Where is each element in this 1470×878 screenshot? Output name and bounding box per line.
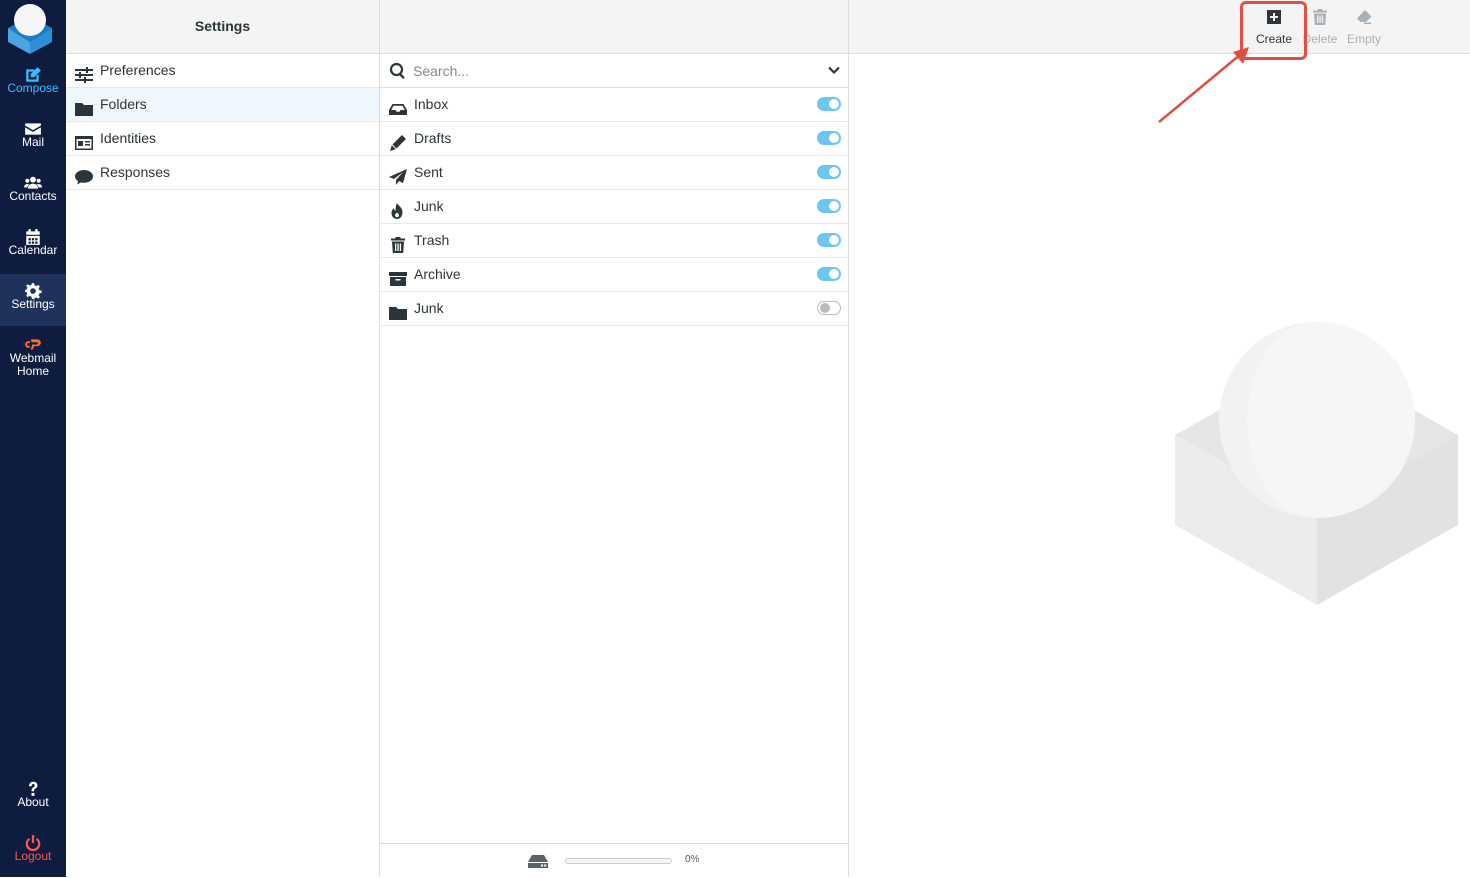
nav-webmail-home[interactable]: Webmail Home xyxy=(0,328,66,382)
nav-logout[interactable]: Logout xyxy=(0,826,66,878)
nav-compose-label: Compose xyxy=(7,81,59,95)
create-button-label: Create xyxy=(1255,32,1293,46)
roundcube-logo-icon[interactable] xyxy=(4,2,56,54)
folder-icon xyxy=(75,103,93,116)
folder-label: Drafts xyxy=(414,130,452,146)
nav-settings[interactable]: Settings xyxy=(0,274,66,326)
folder-item-drafts[interactable]: Drafts xyxy=(380,122,848,156)
sidebar-item-folders[interactable]: Folders xyxy=(66,88,379,122)
folder-search-bar xyxy=(380,54,848,88)
comment-icon xyxy=(75,170,93,185)
search-icon[interactable] xyxy=(389,62,407,80)
plus-square-icon xyxy=(1267,10,1281,24)
hard-drive-icon xyxy=(528,855,548,868)
chevron-down-icon[interactable] xyxy=(828,64,840,76)
sidebar-item-identities[interactable]: Identities xyxy=(66,122,379,156)
quota-bar: 0% xyxy=(380,843,848,877)
nav-logout-label: Logout xyxy=(14,849,52,863)
paper-plane-icon xyxy=(389,169,407,185)
folder-item-archive[interactable]: Archive xyxy=(380,258,848,292)
sidebar-item-label: Preferences xyxy=(100,62,176,78)
folder-item-junk[interactable]: Junk xyxy=(380,190,848,224)
trash-icon xyxy=(1313,9,1327,25)
folder-label: Sent xyxy=(414,164,443,180)
nav-settings-label: Settings xyxy=(11,297,55,311)
search-input[interactable] xyxy=(413,60,813,82)
nav-about[interactable]: About xyxy=(0,772,66,824)
delete-button[interactable]: Delete xyxy=(1295,6,1345,50)
nav-contacts[interactable]: Contacts xyxy=(0,166,66,218)
nav-calendar-label: Calendar xyxy=(8,243,58,257)
sidebar-item-label: Identities xyxy=(100,130,157,146)
inbox-icon xyxy=(389,104,407,115)
subscribe-toggle[interactable] xyxy=(817,165,841,179)
settings-sidebar: Settings Preferences Folders Identities … xyxy=(66,0,380,877)
sidebar-item-label: Folders xyxy=(100,96,147,112)
folder-label: Archive xyxy=(414,266,461,282)
content-pane: Create Delete Empty xyxy=(849,0,1470,877)
subscribe-toggle[interactable] xyxy=(817,233,841,247)
sliders-icon xyxy=(75,67,93,83)
create-button[interactable]: Create xyxy=(1249,6,1299,50)
folders-list-pane: Inbox Drafts Sent Junk Trash Archive Jun… xyxy=(380,0,849,877)
sidebar-item-responses[interactable]: Responses xyxy=(66,156,379,190)
quota-progress xyxy=(565,858,672,864)
toolbar: Create Delete Empty xyxy=(849,0,1470,60)
sidebar-item-preferences[interactable]: Preferences xyxy=(66,54,379,88)
trash-icon xyxy=(391,237,405,253)
empty-button[interactable]: Empty xyxy=(1339,6,1389,50)
eraser-icon xyxy=(1357,10,1372,24)
folder-item-trash[interactable]: Trash xyxy=(380,224,848,258)
nav-calendar[interactable]: Calendar xyxy=(0,220,66,272)
folder-icon xyxy=(389,307,407,320)
id-card-icon xyxy=(75,136,93,150)
sidebar-item-label: Responses xyxy=(100,164,171,180)
nav-mail[interactable]: Mail xyxy=(0,112,66,164)
roundcube-watermark-icon xyxy=(1175,322,1458,605)
subscribe-toggle[interactable] xyxy=(817,199,841,213)
subscribe-toggle[interactable] xyxy=(817,97,841,111)
nav-about-label: About xyxy=(17,795,49,809)
app-navigation: Compose Mail Contacts Calendar Settings … xyxy=(0,0,66,877)
pencil-icon xyxy=(390,135,406,151)
folder-item-sent[interactable]: Sent xyxy=(380,156,848,190)
quota-percent: 0% xyxy=(685,854,700,865)
folder-label: Junk xyxy=(414,300,444,316)
folder-label: Inbox xyxy=(414,96,449,112)
folder-item-inbox[interactable]: Inbox xyxy=(380,88,848,122)
folder-label: Trash xyxy=(414,232,450,248)
fire-icon xyxy=(391,203,403,219)
delete-button-label: Delete xyxy=(1302,32,1338,46)
folders-header xyxy=(380,0,848,54)
nav-compose[interactable]: Compose xyxy=(0,58,66,110)
nav-contacts-label: Contacts xyxy=(9,189,57,203)
subscribe-toggle[interactable] xyxy=(817,301,841,315)
folder-item-junk-unsubscribed[interactable]: Junk xyxy=(380,292,848,326)
nav-mail-label: Mail xyxy=(21,135,44,149)
archive-icon xyxy=(389,272,407,286)
subscribe-toggle[interactable] xyxy=(817,267,841,281)
folder-label: Junk xyxy=(414,198,444,214)
empty-button-label: Empty xyxy=(1346,32,1381,46)
nav-webmail-home-label: Webmail Home xyxy=(9,351,57,378)
subscribe-toggle[interactable] xyxy=(817,131,841,145)
sidebar-title: Settings xyxy=(66,0,379,54)
